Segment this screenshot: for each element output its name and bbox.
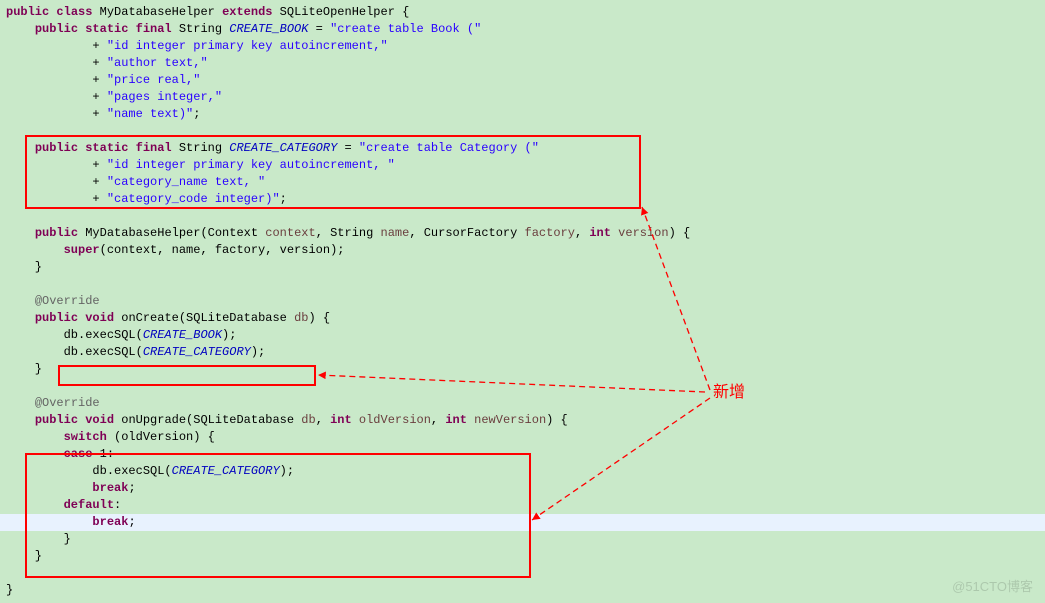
- annotation-label-new: 新增: [713, 384, 745, 401]
- code-block: public class MyDatabaseHelper extends SQ…: [0, 0, 1045, 603]
- watermark: @51CTO博客: [952, 578, 1033, 595]
